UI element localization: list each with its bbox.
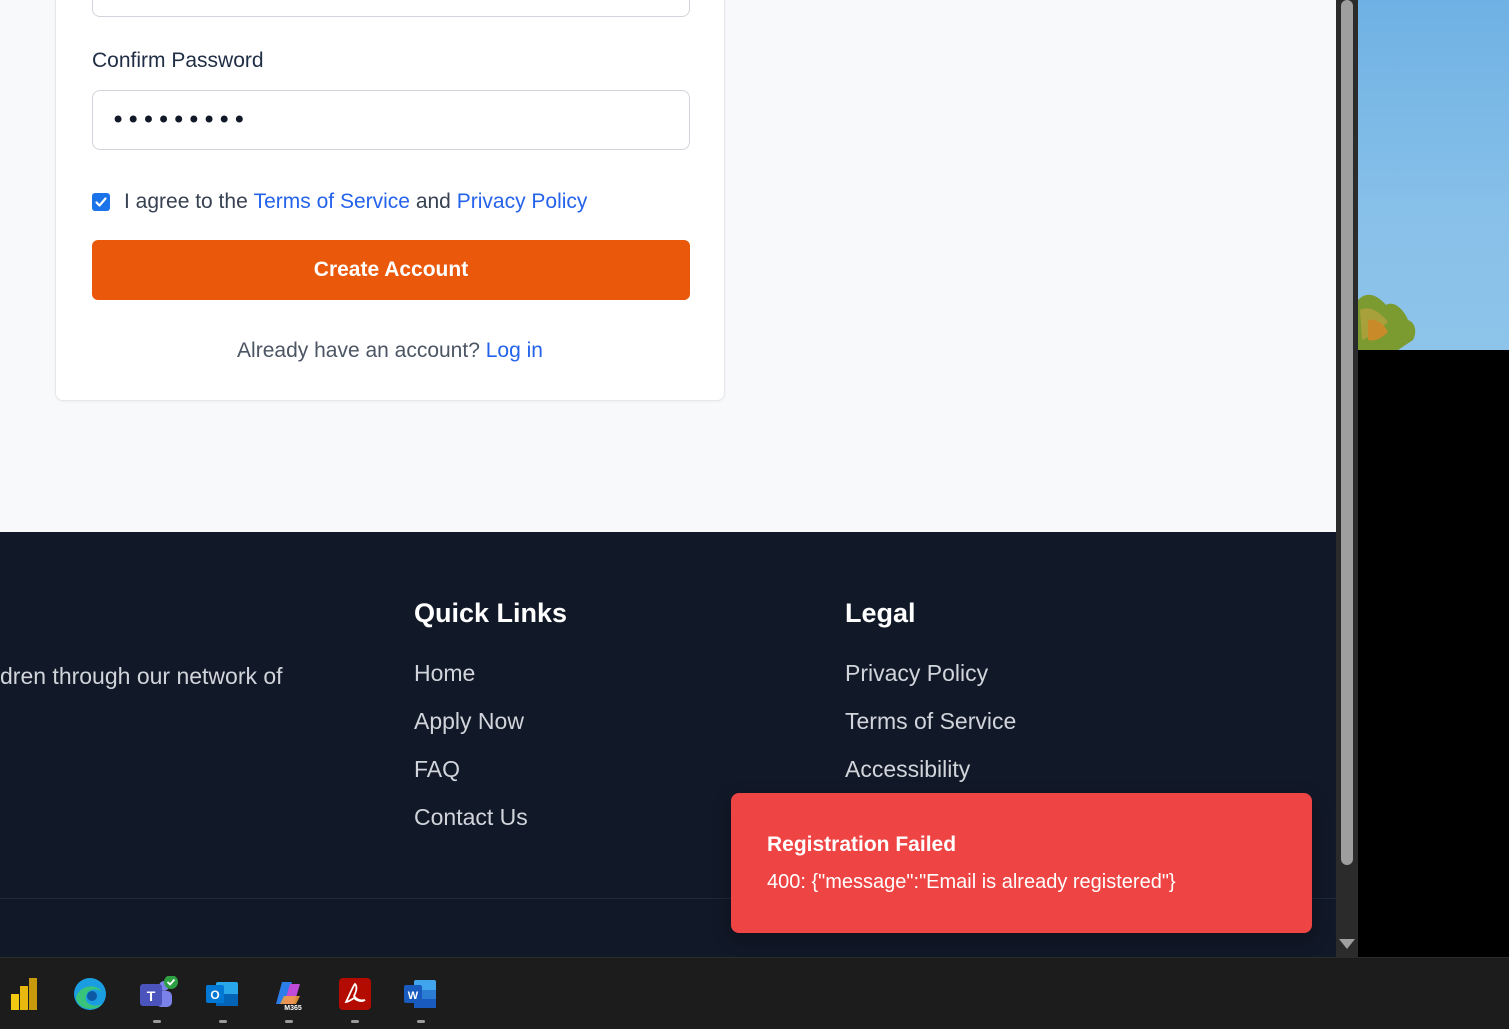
running-indicator — [351, 1020, 359, 1023]
m365-copilot-icon[interactable]: M365 — [270, 976, 306, 1012]
scrollbar-thumb[interactable] — [1341, 0, 1353, 865]
toast-message: 400: {"message":"Email is already regist… — [767, 871, 1176, 893]
footer-link-apply-now[interactable]: Apply Now — [414, 707, 567, 755]
agree-checkbox[interactable] — [92, 193, 110, 211]
vertical-scrollbar[interactable] — [1336, 0, 1358, 957]
svg-text:T: T — [147, 988, 156, 1004]
svg-text:M365: M365 — [284, 1005, 302, 1012]
toast-title: Registration Failed — [767, 833, 957, 856]
power-bi-icon[interactable] — [7, 976, 43, 1012]
taskbar: T O M365 W — [0, 957, 1509, 1029]
legal-column: Legal Privacy Policy Terms of Service Ac… — [845, 598, 1016, 803]
running-indicator — [219, 1020, 227, 1023]
svg-text:W: W — [408, 990, 419, 1002]
signup-card: Confirm Password ••••••••• I agree to th… — [55, 0, 725, 401]
scroll-down-arrow-icon[interactable] — [1339, 939, 1355, 949]
footer-link-home[interactable]: Home — [414, 659, 567, 707]
running-indicator — [417, 1020, 425, 1023]
quick-links-column: Quick Links Home Apply Now FAQ Contact U… — [414, 598, 567, 851]
background-window-image — [1358, 0, 1509, 350]
footer-link-contact-us[interactable]: Contact Us — [414, 803, 567, 851]
terms-agreement-row: I agree to the Terms of Service and Priv… — [92, 189, 587, 215]
word-icon[interactable]: W — [402, 976, 438, 1012]
checkmark-icon — [95, 197, 107, 207]
confirm-password-label: Confirm Password — [92, 49, 264, 72]
login-prompt-row: Already have an account? Log in — [56, 339, 724, 363]
running-indicator — [285, 1020, 293, 1023]
log-in-link[interactable]: Log in — [486, 339, 543, 362]
legal-heading: Legal — [845, 598, 916, 628]
running-indicator — [153, 1020, 161, 1023]
create-account-button[interactable]: Create Account — [92, 240, 690, 300]
browser-viewport: Confirm Password ••••••••• I agree to th… — [0, 0, 1336, 957]
password-input[interactable] — [92, 0, 690, 17]
outlook-icon[interactable]: O — [204, 976, 240, 1012]
confirm-password-input[interactable]: ••••••••• — [92, 90, 690, 150]
terms-of-service-link[interactable]: Terms of Service — [254, 190, 410, 214]
edge-icon[interactable] — [72, 976, 108, 1012]
quick-links-heading: Quick Links — [414, 598, 568, 628]
footer-blurb: dren through our network of — [0, 663, 283, 689]
footer-link-terms-of-service[interactable]: Terms of Service — [845, 707, 1016, 755]
teams-icon[interactable]: T — [138, 975, 178, 1012]
acrobat-icon[interactable] — [337, 976, 373, 1012]
footer-link-privacy-policy[interactable]: Privacy Policy — [845, 659, 1016, 707]
login-prompt-text: Already have an account? — [237, 339, 480, 362]
footer-link-faq[interactable]: FAQ — [414, 755, 567, 803]
agree-prefix-text: I agree to the — [124, 190, 248, 213]
error-toast[interactable]: Registration Failed 400: {"message":"Ema… — [731, 793, 1312, 933]
and-text: and — [415, 190, 451, 213]
tree-foliage-icon — [1358, 294, 1416, 350]
background-window-dark — [1358, 350, 1509, 957]
privacy-policy-link[interactable]: Privacy Policy — [457, 190, 588, 214]
svg-text:O: O — [210, 988, 219, 1002]
